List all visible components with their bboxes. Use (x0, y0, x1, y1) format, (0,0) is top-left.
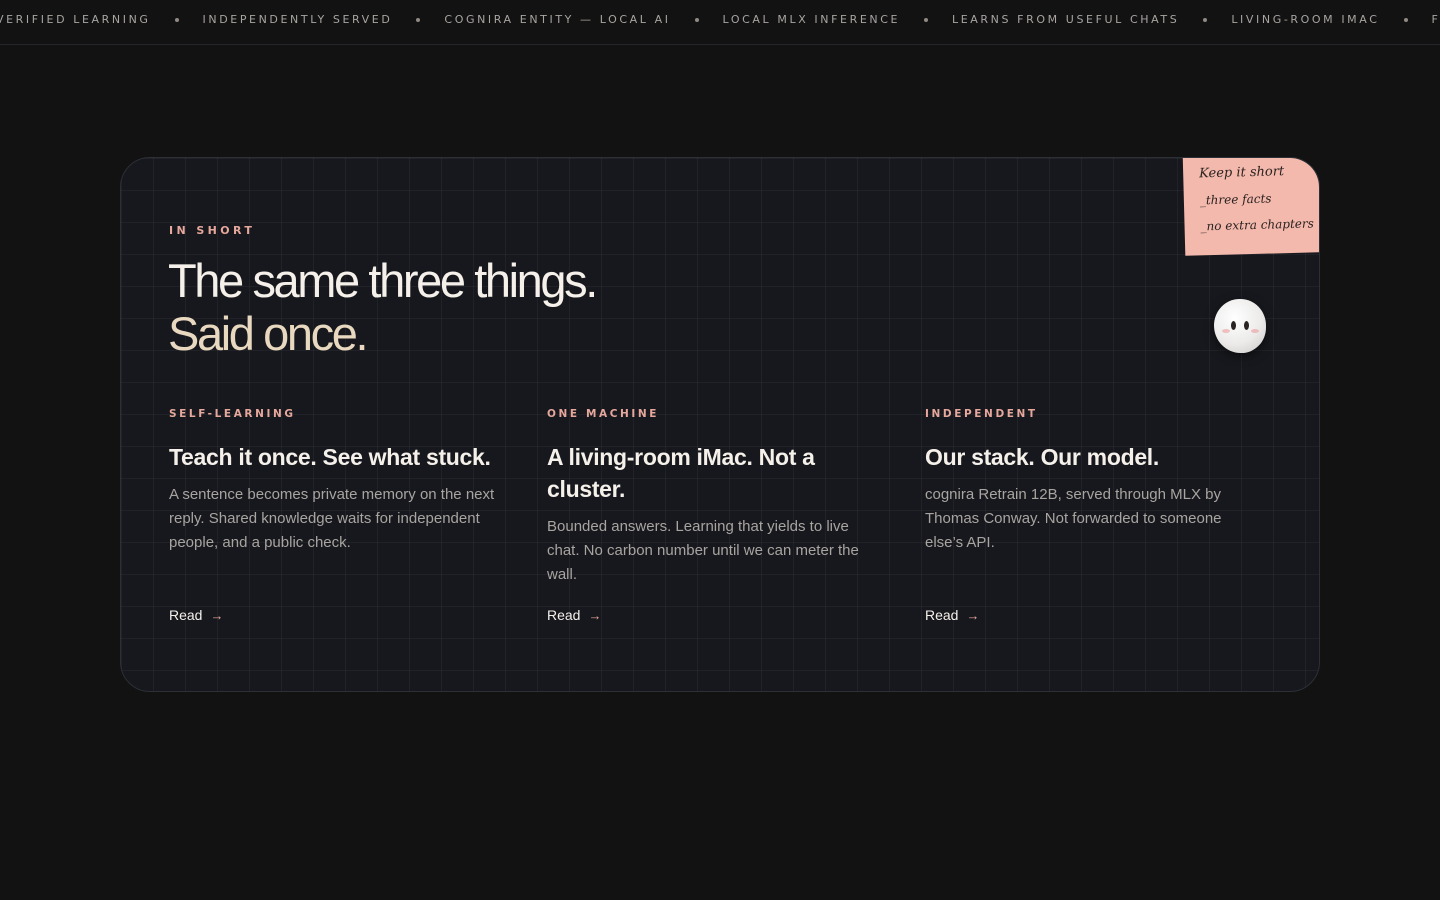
marquee-item: LOCAL MLX INFERENCE (722, 13, 901, 26)
feature-title: Our stack. Our model. (925, 444, 1159, 470)
marquee-separator-dot (1403, 17, 1408, 22)
mascot-eye (1231, 321, 1236, 330)
marquee-separator-dot (1203, 17, 1208, 22)
feature-columns: SELF-LEARNING Teach it once. See what st… (169, 407, 1309, 637)
marquee-separator-dot (694, 17, 699, 22)
marquee-separator-dot (174, 17, 179, 22)
arrow-right-icon: → (588, 607, 602, 623)
marquee-ticker: VERIFIED LEARNING INDEPENDENTLY SERVED C… (0, 0, 1440, 45)
arrow-right-icon: → (966, 607, 980, 623)
note-line: _three facts (1199, 191, 1272, 208)
feature-one-machine: ONE MACHINE A living-room iMac. Not a cl… (547, 407, 897, 637)
headline-accent: Said once. (168, 307, 369, 360)
read-link-label: Read (169, 607, 203, 623)
marquee-item: INDEPENDENTLY SERVED (202, 13, 393, 26)
marquee-item: COGNIRA ENTITY — LOCAL AI (444, 13, 671, 26)
feature-tag: ONE MACHINE (547, 408, 660, 420)
read-link-self-learning[interactable]: Read → (169, 607, 223, 623)
feature-body: cognira Retrain 12B, served through MLX … (925, 486, 1222, 551)
feature-independent: INDEPENDENT Our stack. Our model. cognir… (925, 407, 1275, 637)
read-link-independent[interactable]: Read → (925, 607, 979, 623)
feature-tag: SELF-LEARNING (169, 408, 296, 420)
feature-body: A sentence becomes private memory on the… (169, 486, 495, 551)
read-link-one-machine[interactable]: Read → (547, 607, 601, 623)
read-link-label: Read (547, 607, 581, 623)
feature-self-learning: SELF-LEARNING Teach it once. See what st… (169, 407, 519, 637)
mascot-cheek (1251, 329, 1259, 333)
marquee-item: LIVING-ROOM IMAC (1231, 13, 1380, 26)
arrow-right-icon: → (210, 607, 224, 623)
note-line: _no extra chapters (1200, 216, 1314, 234)
mascot-cheek (1222, 329, 1230, 333)
mascot-blob-icon (1214, 299, 1266, 353)
marquee-item: LEARNS FROM USEFUL CHATS (952, 13, 1180, 26)
marquee-separator-dot (924, 17, 929, 22)
marquee-item: VERIFIED LEARNING (0, 13, 151, 26)
marquee-item: FREE T (1431, 13, 1440, 26)
feature-tag: INDEPENDENT (925, 408, 1038, 420)
feature-title: Teach it once. See what stuck. (169, 444, 491, 470)
sticky-note: Keep it short _three facts _no extra cha… (1182, 158, 1319, 256)
section-headline: The same three things. Said once. (168, 254, 688, 360)
in-short-card: IN SHORT The same three things. Said onc… (120, 157, 1320, 692)
mascot-eye (1244, 321, 1249, 330)
note-line: Keep it short (1198, 164, 1285, 182)
feature-title: A living-room iMac. Not a cluster. (547, 444, 815, 502)
section-eyebrow: IN SHORT (169, 224, 256, 237)
read-link-label: Read (925, 607, 959, 623)
headline-main: The same three things. (168, 254, 598, 307)
feature-body: Bounded answers. Learning that yields to… (547, 518, 859, 583)
marquee-separator-dot (416, 17, 421, 22)
marquee-track: VERIFIED LEARNING INDEPENDENTLY SERVED C… (0, 13, 1440, 26)
